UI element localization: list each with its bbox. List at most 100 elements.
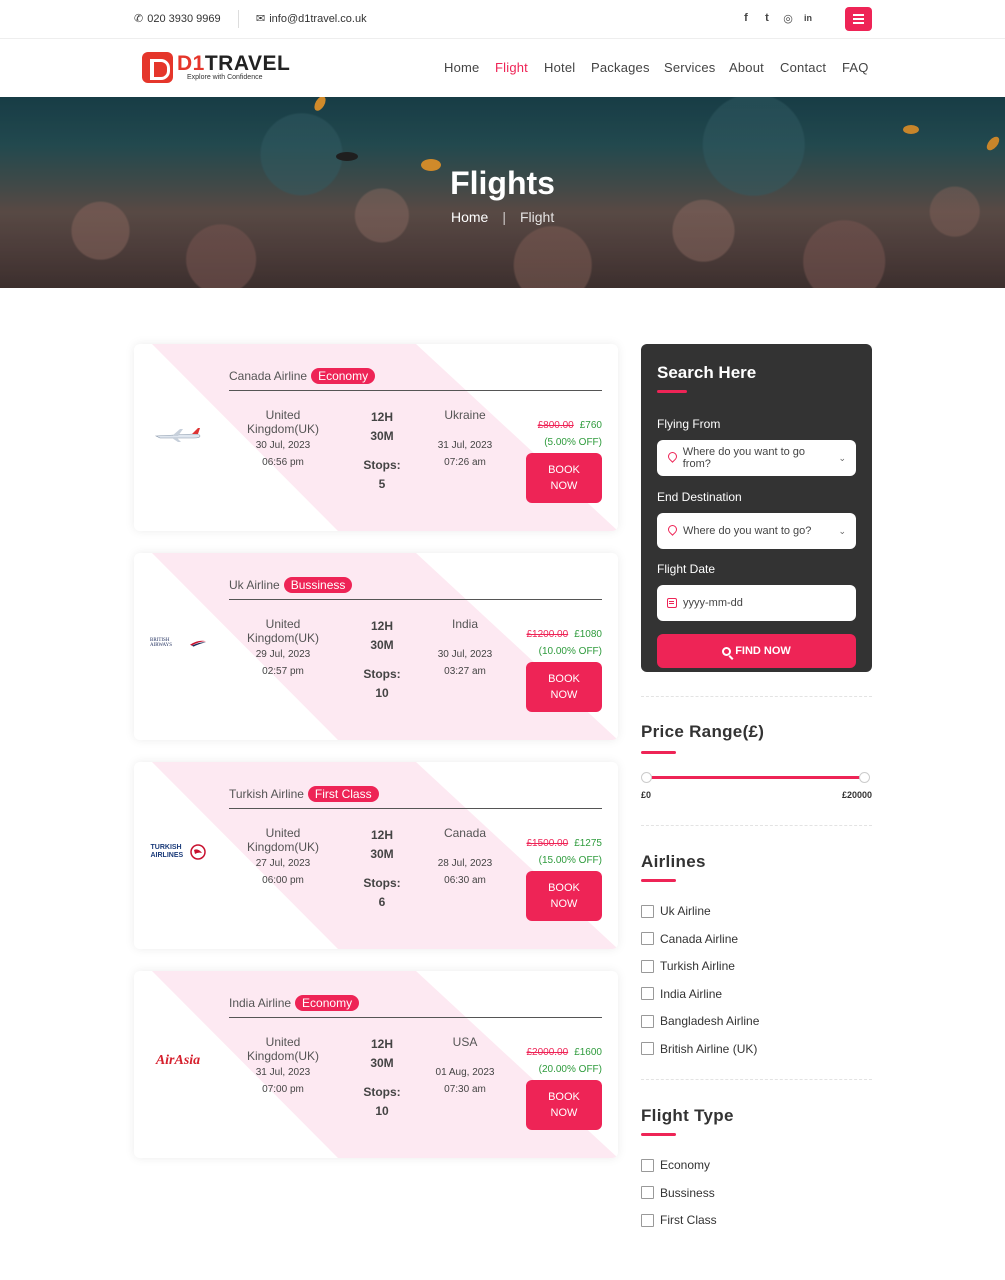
nav-services[interactable]: Services — [664, 60, 715, 75]
logo-mark-icon — [142, 52, 173, 83]
duration-hours: 12H — [370, 1037, 393, 1051]
arrival-time: 06:30 am — [444, 875, 486, 886]
airline-name: India Airline — [229, 996, 292, 1010]
turkish-bird-icon — [189, 844, 206, 860]
price-range-title: Price Range(£) — [641, 722, 765, 741]
nav-faq[interactable]: FAQ — [842, 60, 869, 75]
price: £1500.00 £1275 — [526, 838, 602, 849]
end-destination-select[interactable]: Where do you want to go? ⌄ — [657, 513, 856, 549]
divider — [641, 1079, 872, 1080]
top-bar: ✆ 020 3930 9969 ✉ info@d1travel.co.uk f … — [0, 0, 1005, 39]
nav-flight[interactable]: Flight — [495, 60, 528, 75]
departure-time: 06:00 pm — [262, 875, 304, 886]
duration-minutes: 30M — [370, 429, 394, 443]
phone-contact[interactable]: ✆ 020 3930 9969 — [134, 12, 221, 26]
book-now-button[interactable]: BOOK NOW — [526, 662, 602, 712]
book-now-button[interactable]: BOOK NOW — [526, 1080, 602, 1130]
checkbox[interactable] — [641, 1014, 654, 1028]
airline-filter-option-label: India Airline — [660, 986, 723, 1001]
checkbox[interactable] — [641, 1186, 654, 1199]
find-now-button[interactable]: FIND NOW — [657, 634, 856, 668]
flying-from-select[interactable]: Where do you want to go from? ⌄ — [657, 440, 856, 476]
nav-packages[interactable]: Packages — [591, 60, 650, 75]
checkbox[interactable] — [641, 987, 654, 1000]
checkbox[interactable] — [641, 959, 654, 973]
email-contact[interactable]: ✉ info@d1travel.co.uk — [256, 12, 367, 26]
departure-date: 30 Jul, 2023 — [255, 440, 311, 451]
flight-type-filter-option-label: First Class — [660, 1213, 717, 1227]
flight-date-input[interactable]: yyyy-mm-dd — [657, 585, 856, 621]
flight-type-filter-option[interactable]: First Class — [641, 1213, 717, 1227]
airline-filter-option[interactable]: Bangladesh Airline — [641, 1014, 759, 1028]
price: £800.00 £760 — [538, 420, 602, 431]
airline-filter-option[interactable]: Turkish Airline — [641, 959, 735, 973]
airline-filter-option[interactable]: British Airline (UK) — [641, 1042, 757, 1056]
airplane-image — [150, 418, 206, 450]
breadcrumb-home[interactable]: Home — [451, 209, 488, 225]
airline-filter-option[interactable]: Canada Airline — [641, 932, 738, 946]
nav-about[interactable]: About — [729, 60, 764, 75]
arrival-date: 31 Jul, 2023 — [437, 440, 493, 451]
flight-type-filter-option-label: Economy — [660, 1158, 711, 1172]
site-logo[interactable]: D1TRAVEL Explore with Confidence — [142, 52, 290, 83]
title-underline — [641, 879, 676, 882]
checkbox[interactable] — [641, 932, 654, 945]
linkedin-icon[interactable]: in — [802, 13, 814, 23]
envelope-icon: ✉ — [256, 13, 266, 25]
airline-filter-option-label: Uk Airline — [660, 904, 711, 918]
end-destination-placeholder: Where do you want to go? — [683, 525, 812, 537]
hamburger-menu-button[interactable] — [845, 7, 872, 31]
duration-hours: 12H — [370, 619, 393, 633]
stops-count: 10 — [375, 686, 389, 700]
price-range-min-handle[interactable] — [641, 772, 652, 783]
book-now-button[interactable]: BOOK NOW — [526, 453, 602, 503]
airline-filter-option[interactable]: Uk Airline — [641, 904, 711, 918]
departure-time: 07:00 pm — [262, 1084, 304, 1095]
checkbox[interactable] — [641, 904, 654, 918]
twitter-icon[interactable]: t — [761, 12, 773, 24]
checkbox[interactable] — [641, 1158, 654, 1172]
price-range-max-handle[interactable] — [859, 772, 870, 783]
airline-name: Turkish Airline — [229, 787, 304, 801]
facebook-icon[interactable]: f — [740, 12, 752, 24]
airline-filter-option[interactable]: India Airline — [641, 987, 722, 1001]
instagram-icon[interactable]: ◎ — [782, 12, 794, 25]
flight-type-filter-option[interactable]: Economy — [641, 1158, 710, 1172]
checkbox[interactable] — [641, 1042, 654, 1055]
arrival-city: Canada — [443, 826, 487, 840]
departure-date: 29 Jul, 2023 — [255, 649, 311, 660]
original-price: £800.00 — [537, 420, 574, 431]
book-now-button[interactable]: BOOK NOW — [526, 871, 602, 921]
class-badge: Economy — [295, 995, 360, 1011]
divider — [641, 825, 872, 826]
divider — [229, 390, 602, 391]
flight-duration: 12H 30M — [352, 617, 412, 655]
departure-city: United Kingdom(UK) — [246, 408, 320, 436]
nav-contact[interactable]: Contact — [780, 60, 826, 75]
price-range-max-label: £20000 — [842, 790, 873, 800]
price-range-track[interactable] — [646, 776, 864, 779]
checkbox[interactable] — [641, 1213, 654, 1227]
discounted-price: £760 — [579, 420, 602, 431]
nav-hotel[interactable]: Hotel — [544, 60, 575, 75]
airlines-filter-title: Airlines — [641, 852, 706, 871]
discount-percent: (10.00% OFF) — [538, 646, 602, 657]
original-price: £1500.00 — [526, 838, 569, 849]
nav-home[interactable]: Home — [444, 60, 479, 75]
departure-time: 06:56 pm — [262, 457, 304, 468]
stops-label: Stops: — [363, 458, 401, 472]
page-title: Flights — [450, 165, 555, 201]
email-address: info@d1travel.co.uk — [269, 12, 367, 25]
flight-type-filter-option[interactable]: Bussiness — [641, 1186, 715, 1200]
search-panel: Search Here Flying From Where do you wan… — [641, 344, 872, 672]
arrival-city: India — [451, 617, 479, 631]
price: £1200.00 £1080 — [526, 629, 602, 640]
stops-count: 5 — [378, 477, 386, 491]
arrival-city: USA — [452, 1035, 478, 1049]
brand-name-part1: D1 — [177, 52, 205, 75]
hero-banner: Flights Home | Flight — [0, 97, 1005, 288]
brand-tagline: Explore with Confidence — [187, 74, 263, 81]
departure-city: United Kingdom(UK) — [246, 1035, 320, 1063]
phone-number: 020 3930 9969 — [147, 12, 221, 25]
class-badge: Economy — [311, 368, 376, 384]
